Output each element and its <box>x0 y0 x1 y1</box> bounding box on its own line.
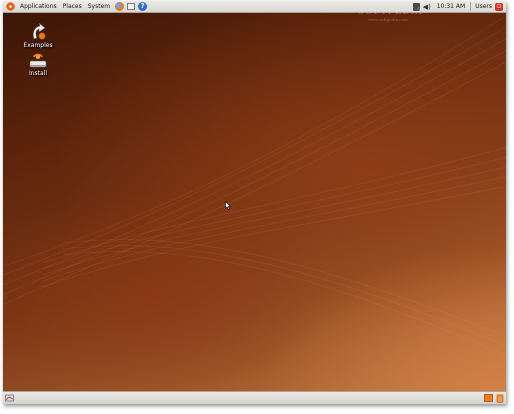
volume-icon[interactable]: ◀) <box>423 3 431 11</box>
workspace-switcher[interactable] <box>484 394 493 402</box>
menu-system[interactable]: System <box>85 1 113 13</box>
wallpaper-waves <box>3 15 506 357</box>
desktop-icon-examples[interactable]: Examples <box>18 23 58 49</box>
top-panel: Applications Places System ? ◀) 10:31 AM… <box>3 1 506 13</box>
menu-applications[interactable]: Applications <box>17 1 60 13</box>
desktop-icon-label: Examples <box>23 42 53 49</box>
trash-icon[interactable] <box>496 393 504 403</box>
panel-separator <box>470 2 472 11</box>
menu-places[interactable]: Places <box>60 1 85 13</box>
desktop-icon-label: Install <box>28 70 48 77</box>
mail-icon[interactable] <box>127 3 136 10</box>
bottom-panel <box>3 391 506 404</box>
watermark-title: SOFTPEDIA <box>358 7 423 17</box>
mouse-cursor-icon <box>225 201 231 210</box>
firefox-icon[interactable] <box>115 2 125 11</box>
show-desktop-icon[interactable] <box>5 394 14 402</box>
user-switcher[interactable]: Users <box>473 3 494 10</box>
desktop-icon-install[interactable]: Install <box>18 53 58 77</box>
power-icon[interactable]: ⏻ <box>495 2 503 11</box>
examples-icon <box>32 23 46 40</box>
clock[interactable]: 10:31 AM <box>434 3 468 10</box>
desktop-screen: Applications Places System ? ◀) 10:31 AM… <box>3 1 506 404</box>
install-icon <box>29 53 47 68</box>
help-icon[interactable]: ? <box>138 2 148 11</box>
ubuntu-logo-icon[interactable] <box>6 2 15 11</box>
softpedia-watermark: SOFTPEDIA www.softpedia.com <box>358 7 423 23</box>
desktop-background[interactable]: Examples Install <box>3 13 506 391</box>
watermark-url: www.softpedia.com <box>368 17 408 22</box>
